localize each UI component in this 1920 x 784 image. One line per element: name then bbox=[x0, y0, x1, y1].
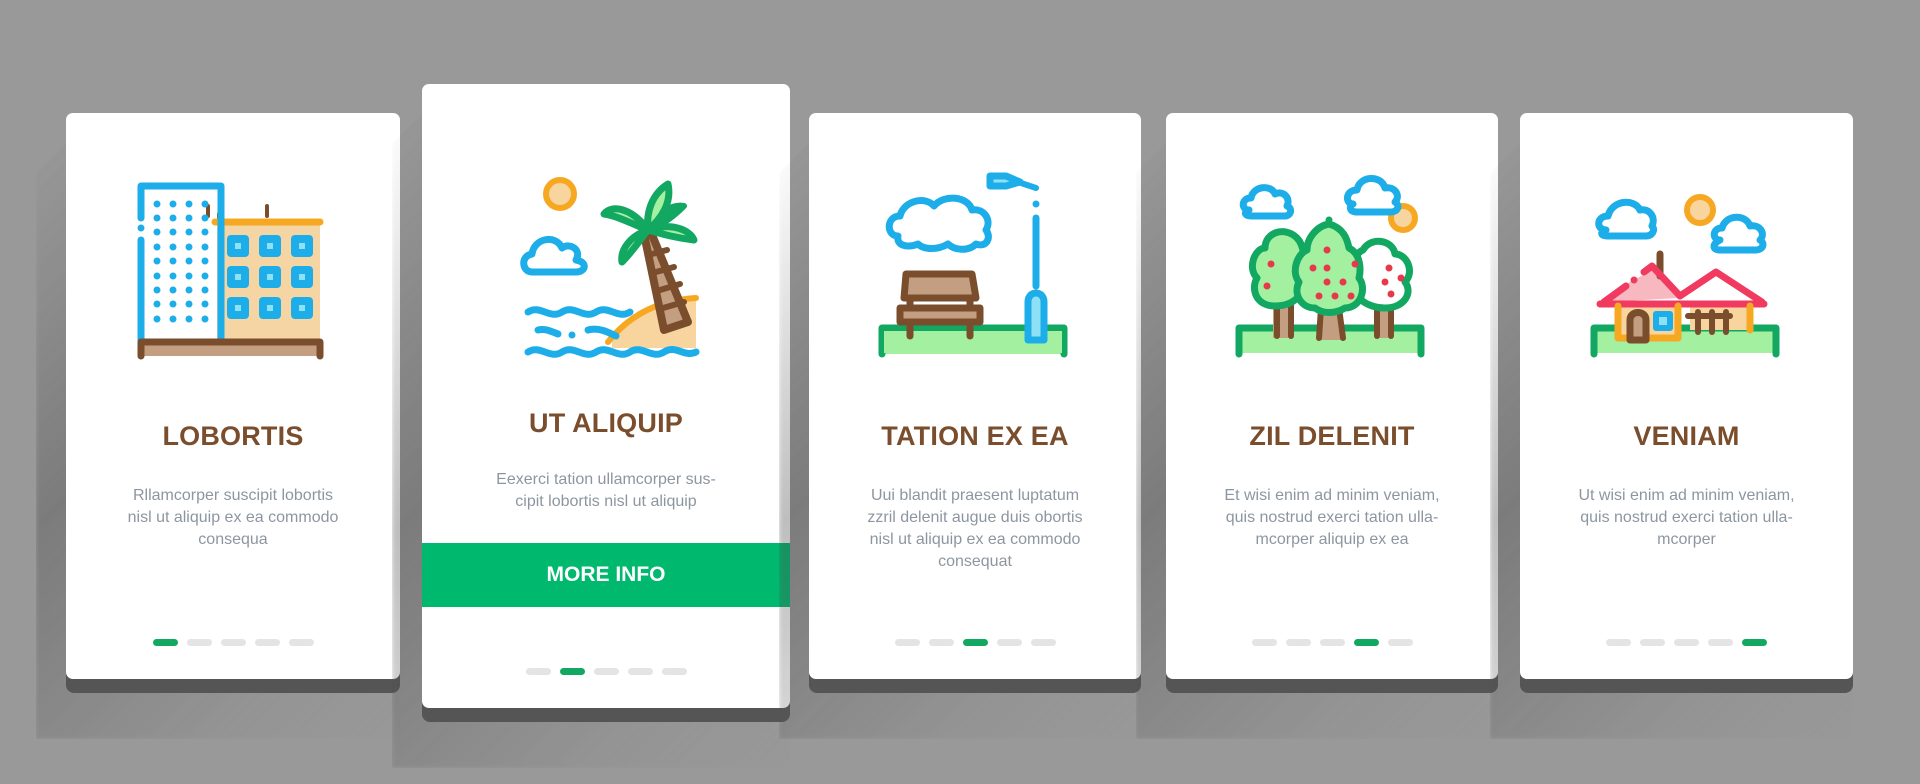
onboarding-card-1: LOBORTIS Rllamcorper suscipit lobortis n… bbox=[36, 113, 400, 739]
country-house-icon bbox=[1590, 168, 1780, 358]
page-dot[interactable] bbox=[627, 668, 653, 675]
page-dot-active[interactable] bbox=[1353, 639, 1379, 646]
page-indicator bbox=[1166, 639, 1498, 646]
description-line: Et wisi enim ad minim veniam, bbox=[1224, 487, 1440, 504]
description-line: nisl ut aliquip ex ea commodo bbox=[127, 509, 339, 526]
page-dot[interactable] bbox=[1319, 639, 1345, 646]
page-dot[interactable] bbox=[1708, 639, 1733, 646]
card-description: Eexerci tation ullamcorper sus- cipit lo… bbox=[442, 469, 770, 513]
page-indicator bbox=[809, 639, 1141, 646]
fruit-trees-icon bbox=[1235, 168, 1425, 358]
card-description: Ut wisi enim ad minim veniam, quis nostr… bbox=[1538, 485, 1835, 551]
description-line: mcorper aliquip ex ea bbox=[1255, 531, 1409, 548]
page-dot[interactable] bbox=[1251, 639, 1277, 646]
card-body: ZIL DELENIT Et wisi enim ad minim veniam… bbox=[1166, 113, 1498, 679]
description-line: quis nostrud exerci tation ulla- bbox=[1580, 509, 1793, 526]
city-buildings-icon bbox=[137, 178, 327, 368]
page-dot-active[interactable] bbox=[1742, 639, 1767, 646]
page-dot[interactable] bbox=[1030, 639, 1056, 646]
card-body: LOBORTIS Rllamcorper suscipit lobortis n… bbox=[66, 113, 400, 679]
tropical-island-palm-icon bbox=[512, 172, 702, 362]
card-title: TATION EX EA bbox=[881, 421, 1069, 451]
onboarding-card-3: TATION EX EA Uui blandit praesent luptat… bbox=[779, 113, 1141, 739]
page-dot[interactable] bbox=[288, 639, 314, 646]
card-description: Et wisi enim ad minim veniam, quis nostr… bbox=[1184, 485, 1480, 551]
description-line: zzril delenit augue duis obortis bbox=[867, 509, 1083, 526]
onboarding-card-2: UT ALIQUIP Eexerci tation ullamcorper su… bbox=[392, 84, 790, 768]
card-description: Rllamcorper suscipit lobortis nisl ut al… bbox=[86, 485, 380, 551]
description-line: mcorper bbox=[1657, 531, 1716, 548]
page-dot[interactable] bbox=[525, 668, 551, 675]
page-indicator bbox=[422, 668, 790, 675]
description-line: Rllamcorper suscipit lobortis bbox=[132, 487, 334, 504]
page-dot[interactable] bbox=[894, 639, 920, 646]
description-line: Eexerci tation ullamcorper sus- bbox=[496, 471, 716, 488]
card-body: VENIAM Ut wisi enim ad minim veniam, qui… bbox=[1520, 113, 1853, 679]
page-dot-active[interactable] bbox=[962, 639, 988, 646]
description-line: consequat bbox=[938, 553, 1012, 570]
page-dot[interactable] bbox=[254, 639, 280, 646]
card-body: TATION EX EA Uui blandit praesent luptat… bbox=[809, 113, 1141, 679]
page-dot[interactable] bbox=[593, 668, 619, 675]
card-title: UT ALIQUIP bbox=[529, 408, 683, 438]
page-indicator bbox=[1520, 639, 1853, 646]
page-dot[interactable] bbox=[186, 639, 212, 646]
description-line: quis nostrud exerci tation ulla- bbox=[1225, 509, 1439, 526]
page-dot[interactable] bbox=[928, 639, 954, 646]
description-line: nisl ut aliquip ex ea commodo bbox=[869, 531, 1081, 548]
onboarding-card-4: ZIL DELENIT Et wisi enim ad minim veniam… bbox=[1136, 113, 1498, 739]
page-dot[interactable] bbox=[996, 639, 1022, 646]
park-bench-lamp-icon bbox=[878, 168, 1068, 358]
card-body: UT ALIQUIP Eexerci tation ullamcorper su… bbox=[422, 84, 790, 708]
card-title: LOBORTIS bbox=[162, 421, 304, 451]
description-line: Uui blandit praesent luptatum bbox=[870, 487, 1080, 504]
description-line: Ut wisi enim ad minim veniam, bbox=[1578, 487, 1795, 504]
page-dot[interactable] bbox=[220, 639, 246, 646]
onboarding-card-5: VENIAM Ut wisi enim ad minim veniam, qui… bbox=[1490, 113, 1853, 739]
page-dot[interactable] bbox=[1674, 639, 1699, 646]
card-title: ZIL DELENIT bbox=[1249, 421, 1415, 451]
more-info-button[interactable]: MORE INFO bbox=[422, 543, 790, 607]
description-line: consequa bbox=[198, 531, 268, 548]
page-dot[interactable] bbox=[1640, 639, 1665, 646]
card-title: VENIAM bbox=[1633, 421, 1740, 451]
page-dot-active[interactable] bbox=[559, 668, 585, 675]
page-dot-active[interactable] bbox=[152, 639, 178, 646]
page-dot[interactable] bbox=[1606, 639, 1631, 646]
description-line: cipit lobortis nisl ut aliquip bbox=[515, 493, 697, 510]
card-description: Uui blandit praesent luptatum zzril dele… bbox=[827, 485, 1123, 573]
page-dot[interactable] bbox=[1285, 639, 1311, 646]
page-dot[interactable] bbox=[1387, 639, 1413, 646]
page-indicator bbox=[66, 639, 400, 646]
page-dot[interactable] bbox=[661, 668, 687, 675]
